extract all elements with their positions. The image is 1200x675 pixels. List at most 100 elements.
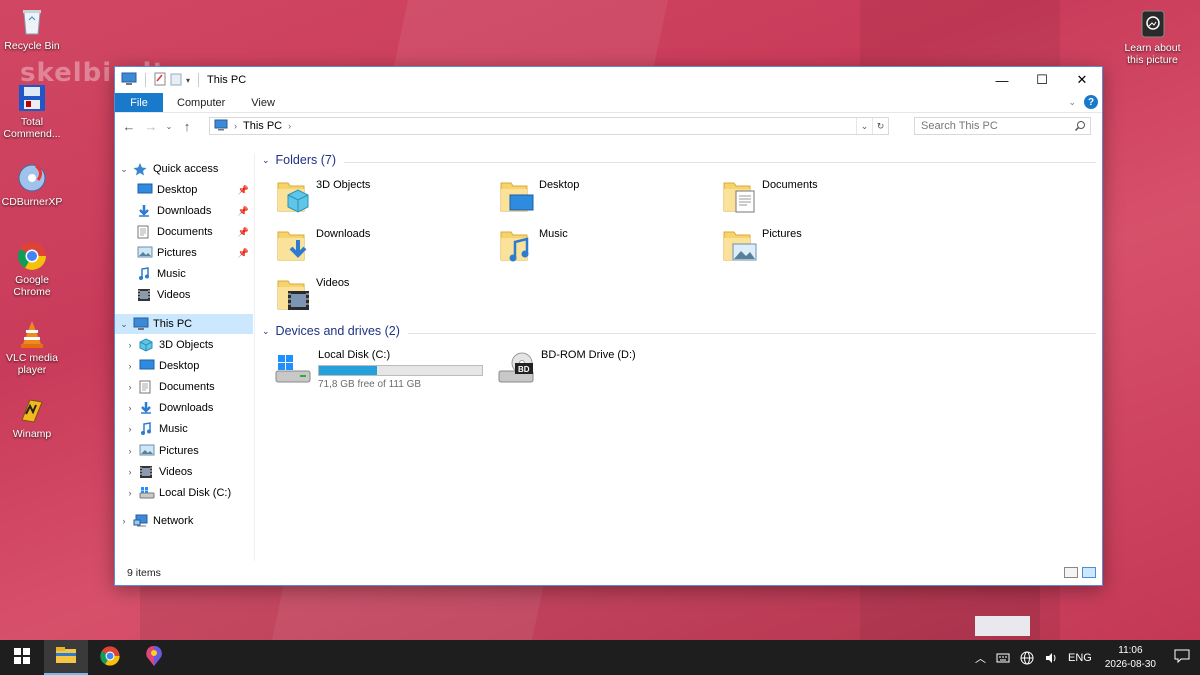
sidebar-item-quick-music[interactable]: Music (133, 264, 253, 284)
language-indicator[interactable]: ENG (1063, 652, 1097, 664)
chevron-right-icon[interactable]: › (125, 361, 135, 371)
desktop-icon-google-chrome[interactable]: Google Chrome (0, 240, 69, 298)
chevron-right-icon[interactable]: › (125, 467, 135, 477)
taskbar: ︿ ENG 11:06 2026-08-30 (0, 640, 1200, 675)
drive-bd-rom-d[interactable]: BD BD-ROM Drive (D:) (497, 349, 697, 393)
title-bar[interactable]: ▾ This PC — ☐ ✕ (115, 67, 1102, 93)
chevron-right-icon[interactable]: › (125, 340, 135, 350)
chevron-right-icon[interactable]: › (125, 446, 135, 456)
minimize-button[interactable]: — (982, 67, 1022, 93)
folder-desktop[interactable]: Desktop (499, 177, 719, 221)
drive-local-disk-c[interactable]: Local Disk (C:) 71,8 GB free of 111 GB (274, 349, 489, 393)
breadcrumb-separator-icon[interactable]: › (234, 121, 237, 131)
folder-documents[interactable]: Documents (722, 177, 942, 221)
forward-button[interactable]: → (143, 119, 159, 134)
tab-view[interactable]: View (238, 93, 288, 112)
new-folder-icon[interactable] (170, 72, 182, 89)
desktop-icon-winamp[interactable]: Winamp (0, 394, 69, 440)
taskbar-chrome[interactable] (88, 640, 132, 675)
expand-ribbon-icon[interactable]: ⌄ (1068, 97, 1076, 108)
customize-qat-icon[interactable]: ▾ (186, 76, 190, 85)
up-button[interactable]: ↑ (179, 119, 195, 134)
notification-icon (1174, 649, 1190, 666)
chevron-down-icon[interactable]: ⌄ (262, 326, 270, 337)
chevron-down-icon[interactable]: ⌄ (262, 155, 270, 166)
show-hidden-icons-icon[interactable]: ︿ (970, 650, 991, 666)
maximize-button[interactable]: ☐ (1022, 67, 1062, 93)
large-icons-view-icon[interactable] (1082, 567, 1096, 578)
chevron-right-icon[interactable]: › (125, 424, 135, 434)
desktop-icon (137, 183, 153, 197)
volume-icon[interactable] (1039, 651, 1063, 665)
network-status-icon[interactable] (1015, 651, 1039, 665)
pin-icon[interactable]: 📌 (238, 185, 249, 196)
pin-icon[interactable]: 📌 (238, 206, 249, 217)
details-view-icon[interactable] (1064, 567, 1078, 578)
desktop-icon-vlc[interactable]: VLC media player (0, 318, 69, 376)
hard-drive-icon (139, 486, 155, 500)
back-button[interactable]: ← (121, 119, 137, 134)
sidebar-item-network[interactable]: › Network (119, 511, 257, 531)
chevron-right-icon[interactable]: › (125, 488, 135, 498)
start-button[interactable] (0, 640, 44, 675)
pin-icon[interactable]: 📌 (238, 227, 249, 238)
chevron-down-icon[interactable]: ⌄ (119, 164, 129, 175)
breadcrumb-this-pc[interactable]: This PC (243, 120, 282, 132)
address-dropdown-icon[interactable]: ⌄ (856, 118, 872, 134)
sidebar-item-pc-documents[interactable]: › Documents (125, 377, 253, 397)
tab-file[interactable]: File (115, 93, 163, 112)
refresh-icon[interactable]: ↻ (872, 118, 888, 134)
drive-usage-bar (318, 365, 483, 376)
sidebar-item-pc-music[interactable]: › Music (125, 419, 253, 439)
address-bar[interactable]: › This PC › ⌄ ↻ (209, 117, 889, 135)
taskbar-file-explorer[interactable] (44, 640, 88, 675)
navigation-bar: ← → ⌄ ↑ › This PC › ⌄ ↻ Search This PC (115, 113, 1102, 139)
sidebar-item-quick-access[interactable]: ⌄ Quick access (119, 159, 257, 179)
sidebar-item-quick-videos[interactable]: Videos (133, 285, 253, 305)
sidebar-item-pc-local-disk-c[interactable]: › Local Disk (C:) (125, 483, 253, 503)
folder-3d-objects[interactable]: 3D Objects (276, 177, 496, 221)
properties-icon[interactable] (154, 72, 166, 89)
desktop-icon-cdburnerxp[interactable]: CDBurnerXP (0, 162, 69, 208)
chevron-right-icon[interactable]: › (125, 403, 135, 413)
ribbon-tabs: File Computer View ⌄ ? (115, 93, 1102, 113)
sidebar-item-pc-3d-objects[interactable]: › 3D Objects (125, 335, 253, 355)
sidebar-item-pc-pictures[interactable]: › Pictures (125, 441, 253, 461)
breadcrumb-separator-icon[interactable]: › (288, 121, 291, 131)
sidebar-item-quick-desktop[interactable]: Desktop 📌 (133, 180, 253, 200)
folder-downloads[interactable]: Downloads (276, 226, 496, 270)
folder-videos[interactable]: Videos (276, 275, 496, 319)
sidebar-item-quick-downloads[interactable]: Downloads 📌 (133, 201, 253, 221)
drives-group-header[interactable]: ⌄ Devices and drives (2) (262, 324, 400, 338)
chevron-right-icon[interactable]: › (119, 516, 129, 526)
sidebar-item-quick-pictures[interactable]: Pictures 📌 (133, 243, 253, 263)
desktop-icon-total-commander[interactable]: Total Commend... (0, 82, 69, 140)
pin-icon[interactable]: 📌 (238, 248, 249, 259)
vlc-icon (16, 318, 48, 350)
desktop-icon-recycle-bin[interactable]: Recycle Bin (0, 6, 69, 52)
folder-pictures[interactable]: Pictures (722, 226, 942, 270)
folder-music[interactable]: Music (499, 226, 719, 270)
chevron-down-icon[interactable]: ⌄ (119, 319, 129, 330)
documents-icon (139, 380, 155, 394)
input-method-icon[interactable] (991, 652, 1015, 664)
help-icon[interactable]: ? (1084, 95, 1098, 109)
tab-computer[interactable]: Computer (163, 93, 238, 112)
search-placeholder: Search This PC (921, 120, 998, 132)
sidebar-item-this-pc[interactable]: ⌄ This PC (115, 314, 253, 334)
music-folder-icon (499, 226, 533, 262)
action-center-button[interactable] (1164, 640, 1200, 675)
optical-drive-icon: BD (497, 351, 535, 387)
sidebar-item-quick-documents[interactable]: Documents 📌 (133, 222, 253, 242)
recent-locations-button[interactable]: ⌄ (165, 122, 173, 131)
folders-group-header[interactable]: ⌄ Folders (7) (262, 153, 336, 167)
sidebar-item-pc-videos[interactable]: › Videos (125, 462, 253, 482)
clock[interactable]: 11:06 2026-08-30 (1097, 644, 1164, 672)
learn-about-picture[interactable]: Learn about this picture (1115, 8, 1190, 66)
search-input[interactable]: Search This PC (914, 117, 1091, 135)
sidebar-item-pc-desktop[interactable]: › Desktop (125, 356, 253, 376)
chevron-right-icon[interactable]: › (125, 382, 135, 392)
taskbar-paint[interactable] (132, 640, 176, 675)
sidebar-item-pc-downloads[interactable]: › Downloads (125, 398, 253, 418)
close-button[interactable]: ✕ (1062, 67, 1102, 93)
